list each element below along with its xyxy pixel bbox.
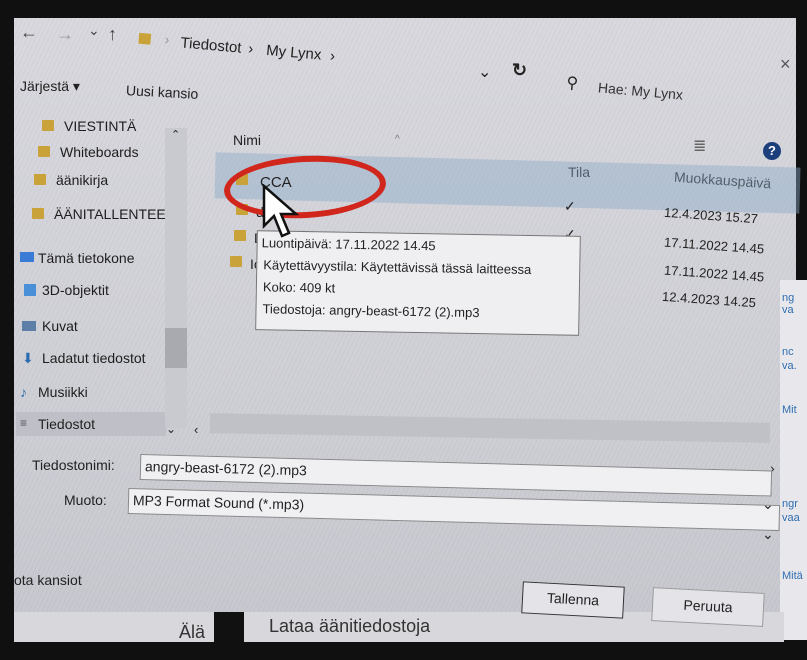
monitor-bezel-bottom (0, 640, 807, 660)
bg-text: Mit (782, 404, 797, 416)
row-modified: 12.4.2023 14.25 (661, 288, 757, 311)
sidebar-item-label: Whiteboards (60, 144, 139, 160)
bg-text: nc (782, 346, 794, 358)
close-button[interactable]: × (780, 54, 791, 75)
sidebar-item-downloads[interactable]: ⬇ Ladatut tiedostot (22, 350, 146, 366)
bg-text: va (782, 304, 794, 316)
refresh-button[interactable]: ↻ (512, 60, 527, 81)
search-box[interactable]: ⚲ Hae: My Lynx (559, 70, 775, 123)
search-placeholder: Hae: My Lynx (597, 79, 684, 103)
sidebar-item-label: Tiedostot (38, 416, 96, 432)
format-select[interactable]: MP3 Format Sound (*.mp3) (127, 488, 781, 532)
sidebar-item-aanikirja[interactable]: äänikirja (34, 172, 108, 188)
new-folder-button[interactable]: Uusi kansio (126, 82, 199, 102)
documents-icon: ≡ (20, 416, 28, 430)
breadcrumb-tiedostot[interactable]: Tiedostot (180, 34, 242, 56)
bg-text: va. (782, 360, 797, 372)
address-dropdown-button[interactable]: ⌄ (478, 62, 491, 82)
horizontal-scrollbar[interactable] (209, 413, 771, 443)
row-modified: 17.11.2022 14.45 (663, 262, 765, 285)
sidebar-item-aanitallenteet[interactable]: ÄÄNITALLENTEE (32, 206, 166, 222)
recent-locations-button[interactable]: ⌄ (88, 22, 100, 39)
hide-folders-toggle[interactable]: ota kansiot (14, 572, 82, 588)
folder-icon (32, 208, 44, 219)
scroll-down-icon[interactable]: ⌄ (166, 422, 176, 436)
background-heading: Lataa äänitiedostoja (269, 616, 431, 636)
folder-icon (234, 230, 246, 241)
sidebar-item-this-pc[interactable]: Tämä tietokone (20, 250, 135, 266)
tooltip-availability: Käytettävyystila: Käytettävissä tässä la… (263, 257, 532, 277)
format-dropdown-icon[interactable]: ⌄ (762, 496, 774, 513)
forward-button[interactable]: → (56, 24, 74, 45)
monitor-bezel-left (0, 0, 14, 660)
breadcrumb-separator: › (164, 31, 171, 48)
sidebar-scrollbar[interactable]: ⌃ (165, 128, 187, 428)
computer-icon (20, 252, 34, 262)
sidebar-item-whiteboards[interactable]: Whiteboards (38, 144, 139, 160)
organize-button[interactable]: Järjestä ▾ (20, 78, 80, 95)
bg-text: Mitä (782, 570, 803, 582)
breadcrumb-separator: › (247, 40, 255, 58)
bg-text: ngr (782, 498, 798, 510)
back-button[interactable]: ← (20, 22, 38, 43)
screen-photo: ng va nc va. Mit ngr vaa Mitä Lataa ääni… (0, 0, 807, 660)
sidebar-item-label: äänikirja (56, 172, 109, 188)
bg-text: ng (782, 292, 795, 304)
sidebar-item-3d-objects[interactable]: 3D-objektit (24, 282, 109, 298)
search-icon: ⚲ (565, 74, 579, 93)
background-page-edge: ng va nc va. Mit ngr vaa Mitä (780, 280, 807, 640)
scroll-up-icon[interactable]: ⌃ (171, 128, 180, 141)
sort-arrow-icon: ^ (395, 134, 400, 145)
cancel-button[interactable]: Peruuta (651, 587, 765, 627)
sidebar-item-label: Musiikki (38, 384, 88, 400)
background-dark-block (214, 612, 244, 642)
sidebar-item-documents[interactable]: ≡ Tiedostot (16, 412, 166, 436)
up-button[interactable]: ↑ (108, 24, 117, 45)
sidebar-item-label: Ladatut tiedostot (42, 350, 146, 366)
sidebar-item-label: 3D-objektit (42, 282, 109, 298)
sidebar-item-label: Kuvat (42, 318, 78, 334)
help-icon[interactable]: ? (763, 142, 781, 160)
tooltip-size: Koko: 409 kt (262, 279, 336, 296)
row-modified: 17.11.2022 14.45 (663, 234, 765, 257)
tooltip-files: Tiedostoja: angry-beast-6172 (2).mp3 (262, 301, 480, 321)
secondary-dropdown-icon[interactable]: ⌄ (762, 526, 774, 543)
download-icon: ⬇ (22, 350, 34, 366)
pictures-icon (22, 321, 36, 331)
mouse-cursor-icon (262, 184, 300, 238)
folder-icon (138, 32, 152, 45)
column-header-name[interactable]: Nimi (233, 132, 261, 148)
bg-text: vaa (782, 512, 800, 524)
cube-icon (24, 284, 36, 296)
sync-status-icon: ✓ (564, 198, 576, 214)
view-options-icon[interactable]: ≣ (693, 136, 706, 156)
filename-value: angry-beast-6172 (2).mp3 (144, 458, 308, 479)
sidebar-item-label: Tämä tietokone (38, 250, 135, 266)
file-info-tooltip: Luontipäivä: 17.11.2022 14.45 Käytettävy… (255, 230, 581, 336)
sidebar-item-pictures[interactable]: Kuvat (22, 318, 78, 334)
save-button[interactable]: Tallenna (521, 581, 625, 619)
filename-label: Tiedostonimi: (32, 457, 115, 473)
scroll-left-icon[interactable]: ‹ (194, 422, 198, 437)
folder-icon (42, 120, 54, 131)
breadcrumb-my-lynx[interactable]: My Lynx (265, 42, 322, 64)
sidebar-item-viestinta[interactable]: VIESTINTÄ (42, 118, 136, 134)
folder-icon (230, 256, 242, 267)
monitor-bezel-top (0, 0, 807, 18)
breadcrumb-separator: › (329, 47, 336, 65)
folder-icon (38, 146, 50, 157)
sidebar-item-label: VIESTINTÄ (64, 118, 137, 134)
format-label: Muoto: (64, 492, 107, 508)
format-value: MP3 Format Sound (*.mp3) (132, 492, 305, 513)
music-icon: ♪ (20, 384, 27, 400)
background-text-left: Älä (179, 622, 206, 642)
scrollbar-thumb[interactable] (165, 328, 187, 368)
sidebar-item-music[interactable]: ♪ Musiikki (20, 384, 88, 400)
sidebar-item-label: ÄÄNITALLENTEE (54, 206, 166, 222)
folder-icon (34, 174, 46, 185)
